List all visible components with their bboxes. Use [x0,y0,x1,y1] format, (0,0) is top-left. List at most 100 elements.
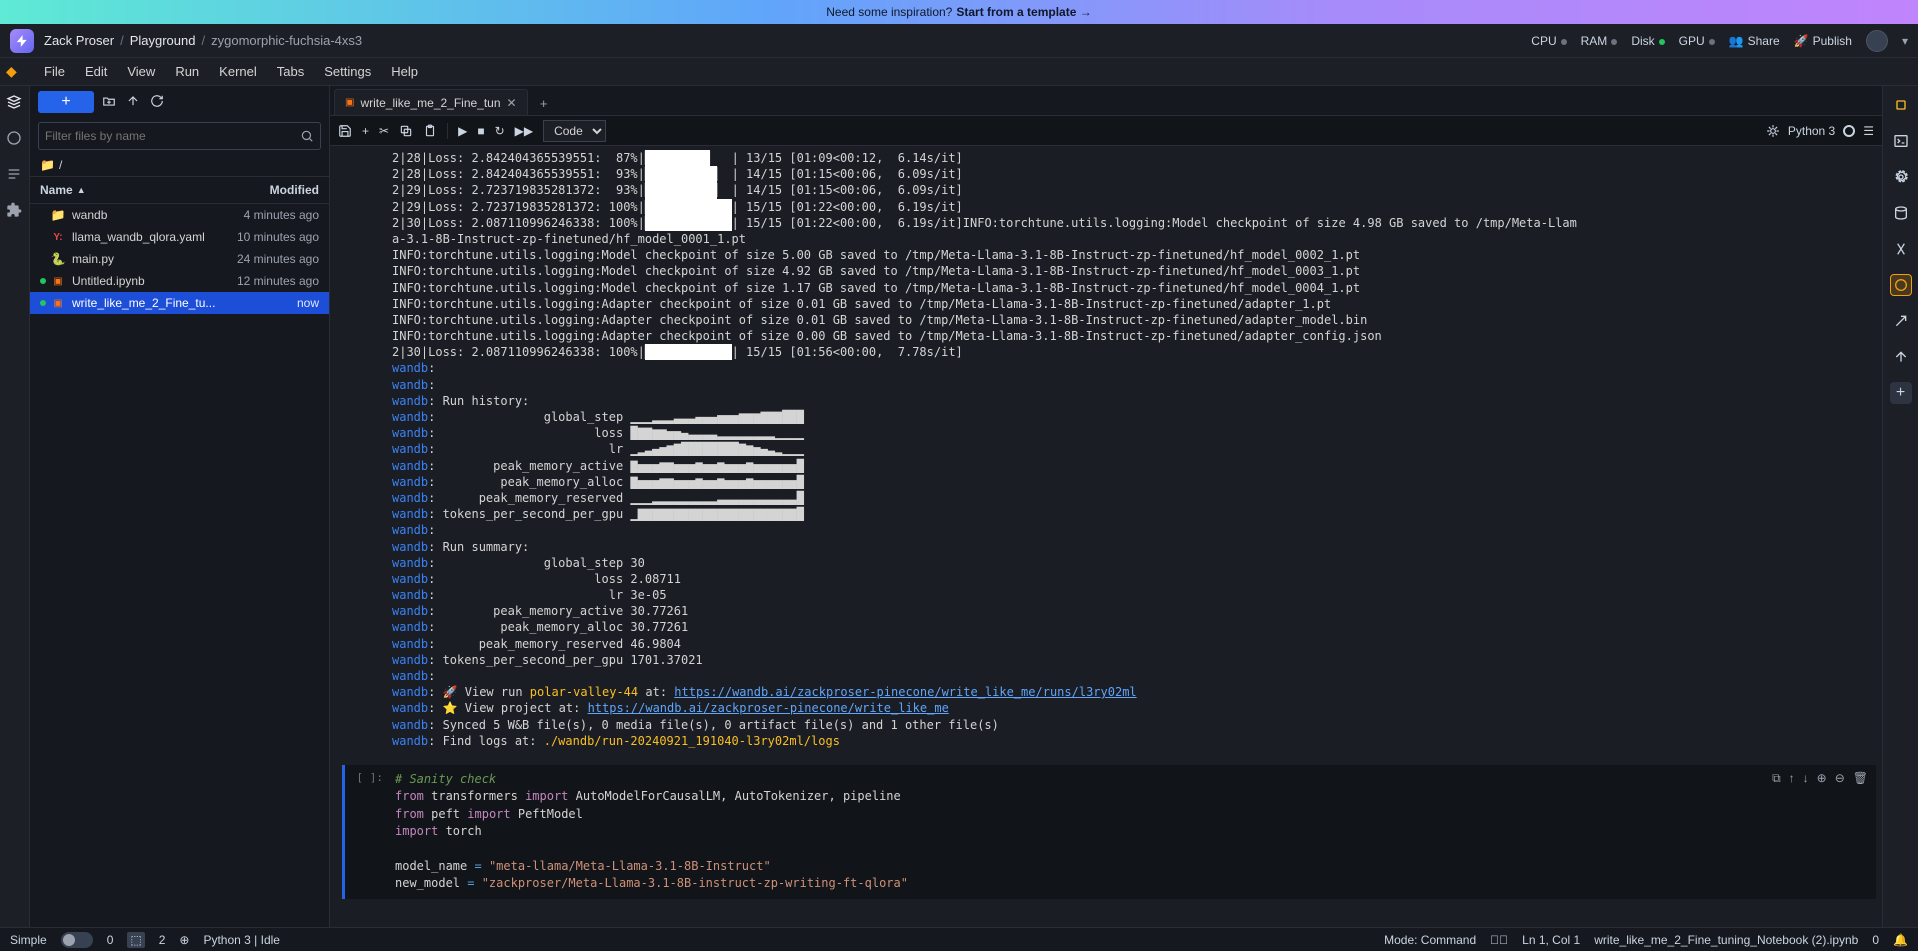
menu-run[interactable]: Run [165,60,209,83]
file-search[interactable] [38,122,321,150]
kernel-name[interactable]: Python 3 [1788,124,1835,138]
env-icon[interactable]: ⊕ [179,933,189,947]
settings-icon[interactable] [1890,166,1912,188]
file-row[interactable]: ▣Untitled.ipynb12 minutes ago [30,270,329,292]
modal-icon[interactable] [1890,274,1912,296]
deploy-icon[interactable] [1890,310,1912,332]
publish-button[interactable]: 🚀Publish [1794,34,1852,48]
file-name: llama_wandb_qlora.yaml [72,230,237,244]
toc-icon[interactable] [6,166,24,184]
file-row[interactable]: ▣write_like_me_2_Fine_tu...now [30,292,329,314]
notebook-toolbar: + ✂ ▶ ■ ↻ ▶▶ Code Python 3 ☰ [330,116,1882,146]
code-cell[interactable]: [ ]: # Sanity check from transformers im… [342,765,1876,899]
move-down-icon[interactable]: ↓ [1803,771,1809,893]
menu-file[interactable]: File [34,60,75,83]
cut-icon[interactable]: ✂ [379,124,389,138]
file-row[interactable]: 🐍main.py24 minutes ago [30,248,329,270]
delete-cell-icon[interactable]: 🗑 [1853,771,1868,893]
path-breadcrumb[interactable]: 📁 / [30,154,329,176]
kernel-status-icon[interactable] [1843,125,1855,137]
insert-above-icon[interactable]: ⊕ [1817,771,1827,893]
move-up-icon[interactable]: ↑ [1789,771,1795,893]
new-folder-icon[interactable] [102,94,118,110]
files-icon[interactable] [6,94,24,112]
storage-icon[interactable] [1890,202,1912,224]
add-panel-icon[interactable]: + [1890,382,1912,404]
notebook-body[interactable]: 2|28|Loss: 2.842404365539551: 87%|██████… [330,146,1882,927]
file-toolbar: + [30,86,329,118]
banner-cta[interactable]: Start from a template → [956,5,1091,19]
promo-banner: Need some inspiration? Start from a temp… [0,0,1918,24]
file-name[interactable]: write_like_me_2_Fine_tuning_Notebook (2)… [1594,933,1858,947]
running-icon[interactable] [6,130,24,148]
file-modified: 10 minutes ago [237,230,319,244]
line-col[interactable]: Ln 1, Col 1 [1522,933,1580,947]
topbar: Zack Proser / Playground / zygomorphic-f… [0,24,1918,58]
publish-icon: 🚀 [1794,34,1809,48]
breadcrumb-project[interactable]: zygomorphic-fuchsia-4xs3 [211,33,362,48]
file-row[interactable]: Y: llama_wandb_qlora.yaml10 minutes ago [30,226,329,248]
launcher-icon[interactable]: ◆ [6,62,26,82]
menu-view[interactable]: View [117,60,165,83]
upload-icon[interactable] [126,94,142,110]
menu-settings[interactable]: Settings [314,60,381,83]
refresh-icon[interactable] [150,94,166,110]
new-launcher-button[interactable]: + [38,91,94,113]
terminals-count[interactable]: 0 [107,933,114,947]
file-row[interactable]: 📁wandb4 minutes ago [30,204,329,226]
stop-icon[interactable]: ■ [477,124,484,138]
run-all-icon[interactable]: ▶▶ [515,124,533,138]
cell-code[interactable]: # Sanity check from transformers import … [387,765,1764,899]
disk-indicator[interactable]: Disk [1631,34,1664,48]
menu-icon[interactable]: ☰ [1863,124,1874,138]
breadcrumb-user[interactable]: Zack Proser [44,33,114,48]
extensions-icon[interactable] [6,202,24,220]
file-name: write_like_me_2_Fine_tu... [72,296,297,310]
add-cell-icon[interactable]: + [362,124,369,138]
cell-type-select[interactable]: Code [543,120,606,142]
kernel-status[interactable]: Python 3 | Idle [203,933,280,947]
yaml-icon: Y: [50,232,66,243]
copy-icon[interactable] [399,124,413,138]
breadcrumb-sep-icon: / [120,33,124,48]
hardware-icon[interactable] [1890,94,1912,116]
search-input[interactable] [45,129,300,143]
menu-edit[interactable]: Edit [75,60,117,83]
mode-label[interactable]: Mode: Command [1384,933,1476,947]
app-logo-icon[interactable] [10,29,34,53]
bell-icon[interactable]: 🔔 [1893,933,1908,947]
save-icon[interactable] [338,124,352,138]
paste-icon[interactable] [423,124,437,138]
close-icon[interactable]: ✕ [507,96,517,110]
kernels-icon: ⬚ [127,932,144,948]
cell-toolbar: ⧉ ↑ ↓ ⊕ ⊖ 🗑 [1764,765,1876,899]
status-dot-icon [40,278,46,284]
simple-toggle[interactable] [61,932,93,948]
menu-kernel[interactable]: Kernel [209,60,267,83]
breadcrumb-workspace[interactable]: Playground [130,33,196,48]
folder-icon: 📁 [40,158,55,172]
share-button[interactable]: 👥Share [1729,34,1780,48]
menu-tabs[interactable]: Tabs [267,60,314,83]
col-modified[interactable]: Modified [270,183,319,197]
chevron-down-icon[interactable]: ▾ [1902,34,1908,48]
trusted-icon[interactable]: ✓⃝ [1490,933,1508,947]
gpu-indicator[interactable]: GPU [1679,34,1715,48]
cpu-indicator[interactable]: CPU [1531,34,1566,48]
tab-notebook[interactable]: ▣ write_like_me_2_Fine_tun ✕ [334,89,528,115]
terminal-icon[interactable] [1890,130,1912,152]
collapse-icon[interactable] [1890,346,1912,368]
avatar[interactable] [1866,30,1888,52]
run-icon[interactable]: ▶ [458,124,467,138]
restart-icon[interactable]: ↻ [495,124,505,138]
insert-below-icon[interactable]: ⊖ [1835,771,1845,893]
col-name[interactable]: Name▲ [40,183,270,197]
debugger-icon[interactable] [1766,124,1780,138]
menu-help[interactable]: Help [381,60,428,83]
new-tab-button[interactable]: + [532,91,556,115]
notification-count[interactable]: 0 [1872,933,1879,947]
ram-indicator[interactable]: RAM [1581,34,1618,48]
kernels-count[interactable]: 2 [159,933,166,947]
duplicate-icon[interactable]: ⧉ [1772,771,1781,893]
variables-icon[interactable] [1890,238,1912,260]
